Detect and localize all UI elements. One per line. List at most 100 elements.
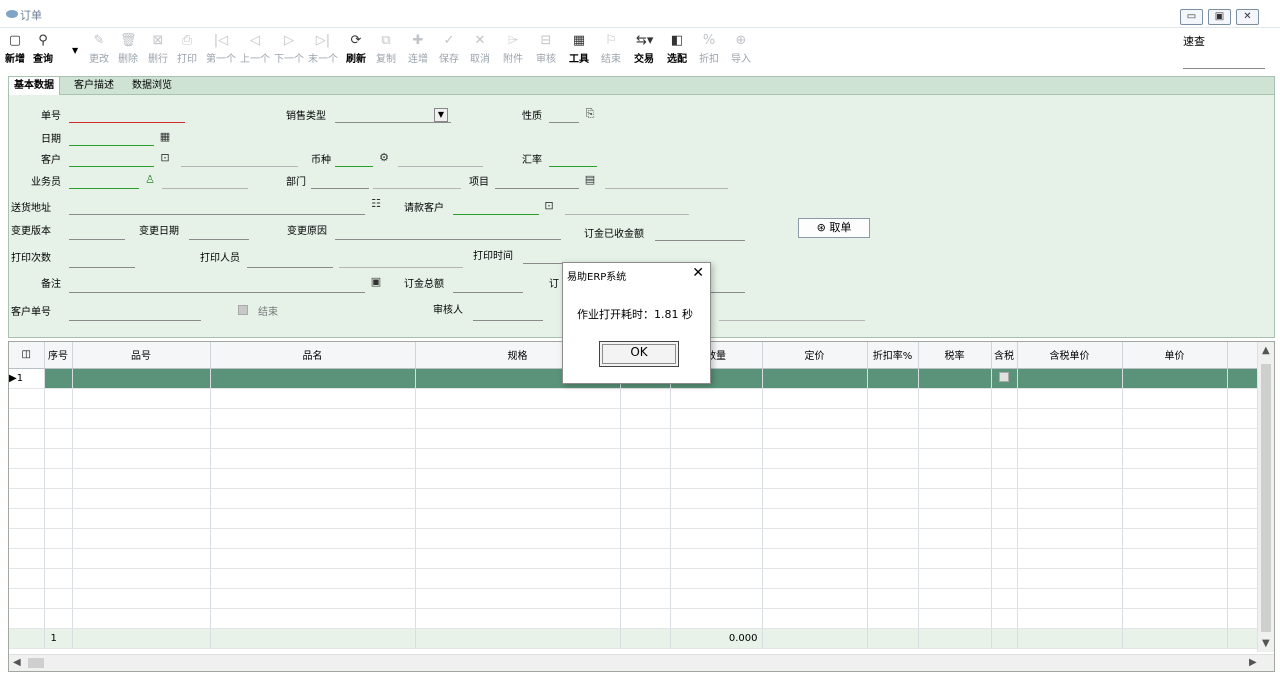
scroll-down-icon[interactable]: ▼ <box>1262 638 1270 649</box>
row-indicator[interactable] <box>9 428 45 449</box>
discount-button[interactable]: % 折扣 <box>696 28 722 72</box>
currency-input[interactable] <box>335 153 373 167</box>
table-row[interactable] <box>9 388 1268 409</box>
tab-data-browse[interactable]: 数据浏览 <box>127 77 177 95</box>
table-row[interactable] <box>9 468 1268 489</box>
tools-button[interactable]: ▦ 工具 <box>566 28 592 72</box>
deposit-total-input[interactable] <box>453 279 523 293</box>
currency-lookup-icon[interactable]: ⚙ <box>377 151 391 165</box>
tax-included-checkbox[interactable] <box>999 371 1009 382</box>
trade-button[interactable]: ⇆▾ 交易 <box>630 28 658 72</box>
payment-customer-input[interactable] <box>453 201 539 215</box>
select-config-button[interactable]: ◧ 选配 <box>663 28 691 72</box>
table-row[interactable] <box>9 448 1268 469</box>
sales-type-dropdown-icon[interactable]: ▼ <box>434 108 448 122</box>
change-reason-input[interactable] <box>335 226 561 240</box>
delete-row-button[interactable]: ⊠ 删行 <box>145 28 171 72</box>
salesman-input[interactable] <box>69 175 139 189</box>
col-list-price[interactable]: 定价 <box>762 342 868 369</box>
change-version-input[interactable] <box>69 226 125 240</box>
col-tax-included[interactable]: 含税 <box>991 342 1018 369</box>
delivery-address-input[interactable] <box>69 201 365 215</box>
col-unit-price[interactable]: 单价 <box>1122 342 1228 369</box>
query-dropdown-icon[interactable]: ▼ <box>72 46 78 55</box>
table-row[interactable] <box>9 568 1268 589</box>
close-order-button[interactable]: ⚐ 结束 <box>598 28 624 72</box>
nature-input[interactable] <box>549 109 579 123</box>
table-row[interactable] <box>9 528 1268 549</box>
table-row[interactable] <box>9 488 1268 509</box>
row-indicator[interactable]: ▶1 <box>9 368 45 389</box>
nature-lookup-icon[interactable]: ⎘ <box>583 107 597 121</box>
row-indicator[interactable] <box>9 548 45 569</box>
cancel-button[interactable]: ✕ 取消 <box>467 28 493 72</box>
vertical-scroll-thumb[interactable] <box>1261 364 1271 632</box>
grid-menu-icon[interactable]: ◫ <box>9 342 45 369</box>
last-button[interactable]: ▷| 末一个 <box>306 28 340 72</box>
edit-button[interactable]: ✎ 更改 <box>86 28 112 72</box>
change-date-input[interactable] <box>189 226 249 240</box>
closed-checkbox[interactable] <box>238 305 248 315</box>
fetch-order-button[interactable]: ⊛ 取单 <box>798 218 870 238</box>
tab-basic-data[interactable]: 基本数据 <box>9 77 60 95</box>
row-indicator[interactable] <box>9 468 45 489</box>
vertical-scrollbar[interactable]: ▲ ▼ <box>1257 342 1274 652</box>
calendar-icon[interactable]: ▦ <box>158 130 172 144</box>
customer-input[interactable] <box>69 153 154 167</box>
remarks-input[interactable] <box>69 279 365 293</box>
table-row[interactable] <box>9 408 1268 429</box>
project-input[interactable] <box>495 175 579 189</box>
query-button[interactable]: ⚲ 查询 <box>29 28 57 72</box>
scroll-right-icon[interactable]: ▶ <box>1249 657 1257 668</box>
department-input[interactable] <box>311 175 369 189</box>
row-indicator[interactable] <box>9 488 45 509</box>
dialog-close-icon[interactable]: ✕ <box>692 265 704 281</box>
print-button[interactable]: ⎙ 打印 <box>174 28 200 72</box>
scroll-left-icon[interactable]: ◀ <box>13 657 21 668</box>
horizontal-scrollbar[interactable]: ◀ ▶ <box>9 654 1274 671</box>
save-button[interactable]: ✓ 保存 <box>436 28 462 72</box>
next-button[interactable]: ▷ 下一个 <box>272 28 306 72</box>
row-indicator[interactable] <box>9 528 45 549</box>
dialog-ok-button[interactable]: OK <box>599 341 679 367</box>
first-button[interactable]: |◁ 第一个 <box>204 28 238 72</box>
table-row[interactable] <box>9 588 1268 609</box>
delete-button[interactable]: 🗑 删除 <box>115 28 141 72</box>
add-continuous-button[interactable]: ✚ 连增 <box>405 28 431 72</box>
import-button[interactable]: ⊕ 导入 <box>728 28 754 72</box>
exchange-rate-input[interactable] <box>549 153 597 167</box>
table-row[interactable] <box>9 608 1268 629</box>
row-indicator[interactable] <box>9 608 45 629</box>
table-row[interactable] <box>9 508 1268 529</box>
col-tax-incl-price[interactable]: 含税单价 <box>1017 342 1123 369</box>
quick-search-input[interactable] <box>1183 68 1265 69</box>
close-button[interactable]: ✕ <box>1236 9 1259 25</box>
person-icon[interactable]: ♙ <box>143 173 157 187</box>
row-indicator[interactable] <box>9 448 45 469</box>
minimize-button[interactable]: ▭ <box>1180 9 1203 25</box>
col-tax-rate[interactable]: 税率 <box>918 342 992 369</box>
address-lookup-icon[interactable]: ☷ <box>369 197 383 211</box>
restore-button[interactable]: ▣ <box>1208 9 1231 25</box>
refresh-button[interactable]: ⟳ 刷新 <box>342 28 370 72</box>
attachment-button[interactable]: ⌲ 附件 <box>500 28 526 72</box>
col-item-no[interactable]: 品号 <box>72 342 211 369</box>
col-seq[interactable]: 序号 <box>44 342 73 369</box>
row-indicator[interactable] <box>9 508 45 529</box>
col-item-name[interactable]: 品名 <box>210 342 416 369</box>
order-no-input[interactable] <box>69 109 185 123</box>
scroll-up-icon[interactable]: ▲ <box>1262 345 1270 356</box>
row-indicator[interactable] <box>9 408 45 429</box>
table-row[interactable] <box>9 428 1268 449</box>
payment-customer-lookup-icon[interactable]: ⊡ <box>542 199 556 213</box>
horizontal-scroll-thumb[interactable] <box>28 658 44 668</box>
customer-order-no-input[interactable] <box>69 307 201 321</box>
deposit-partial-input[interactable] <box>709 279 745 293</box>
table-row[interactable] <box>9 548 1268 569</box>
row-indicator[interactable] <box>9 388 45 409</box>
date-input[interactable] <box>69 132 154 146</box>
project-lookup-icon[interactable]: ▤ <box>583 173 597 187</box>
audit-button[interactable]: ⊟ 审核 <box>533 28 559 72</box>
new-button[interactable]: ▢ 新增 <box>2 28 28 72</box>
prev-button[interactable]: ◁ 上一个 <box>238 28 272 72</box>
